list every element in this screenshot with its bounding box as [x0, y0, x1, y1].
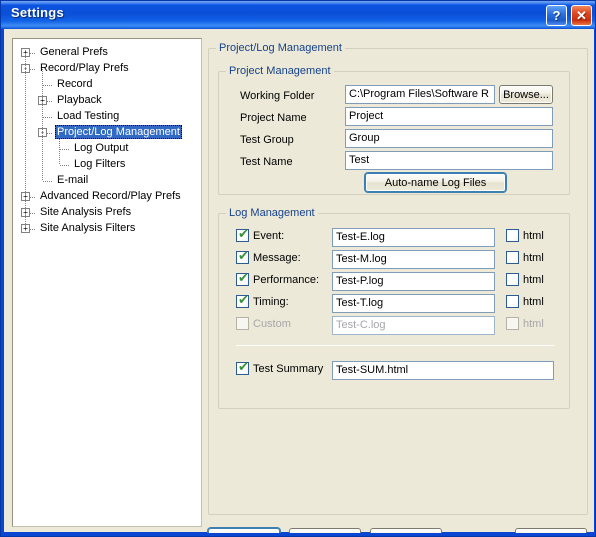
log-filename-input: Test-C.log	[332, 316, 495, 335]
checkbox-icon[interactable]: ✔	[236, 360, 249, 375]
log-enable-label: Custom	[253, 318, 291, 330]
window-titlebar[interactable]: Settings ? ✕	[1, 1, 595, 29]
test-summary-input[interactable]: Test-SUM.html	[332, 361, 554, 380]
tree-item-label: Advanced Record/Play Prefs	[40, 190, 181, 202]
log-html-checkbox-row[interactable]: html	[506, 227, 561, 246]
log-enable-checkbox-row[interactable]: ✔ Performance:	[236, 271, 331, 290]
log-enable-checkbox-row[interactable]: Custom	[236, 315, 331, 334]
tree-item-label: Log Filters	[74, 158, 126, 170]
test-name-label: Test Name	[240, 156, 293, 168]
checkbox-icon[interactable]	[506, 251, 519, 264]
project-management-group: Project Management Working Folder C:\Pro…	[218, 65, 570, 195]
tree-item-label: Log Output	[74, 142, 129, 154]
log-filename-input[interactable]: Test-M.log	[332, 250, 495, 269]
tree-connector-line	[43, 85, 53, 86]
checkmark-icon: ✔	[238, 360, 249, 375]
working-folder-label: Working Folder	[240, 90, 315, 102]
window-title: Settings	[11, 5, 64, 20]
checkmark-icon: ✔	[238, 293, 249, 308]
tree-item-label: Record	[57, 78, 93, 90]
tree-connector-line	[60, 165, 70, 166]
test-group-input[interactable]: Group	[345, 129, 553, 148]
project-name-input[interactable]: Project	[345, 107, 553, 126]
checkmark-icon: ✔	[238, 271, 249, 286]
section-divider	[236, 345, 554, 346]
checkbox-icon[interactable]: ✔	[236, 249, 249, 264]
checkbox-icon[interactable]	[506, 229, 519, 242]
working-folder-input[interactable]: C:\Program Files\Software R	[345, 85, 495, 104]
log-html-checkbox-row[interactable]: html	[506, 293, 561, 312]
tree-guide-line	[42, 69, 43, 181]
log-html-checkbox-row[interactable]: html	[506, 249, 561, 268]
browse-button[interactable]: Browse...	[499, 85, 553, 104]
close-button[interactable]: ✕	[571, 5, 592, 26]
settings-detail-pane: Project/Log Management Project Managemen…	[208, 38, 588, 527]
tree-item-label: Load Testing	[57, 110, 120, 122]
log-enable-label: Timing:	[253, 296, 289, 308]
log-enable-label: Event:	[253, 230, 285, 242]
help-button[interactable]: ?	[546, 5, 567, 26]
log-enable-checkbox-row[interactable]: ✔ Event:	[236, 227, 331, 246]
tree-item[interactable]: +Site Analysis Filters	[13, 221, 201, 237]
tree-item-label: Project/Log Management	[55, 125, 182, 139]
log-html-label: html	[523, 274, 544, 286]
settings-window: Settings ? ✕ +General Prefs-Record/Play …	[0, 0, 596, 537]
tree-item[interactable]: +Site Analysis Prefs	[13, 205, 201, 221]
checkbox-icon[interactable]: ✔	[236, 271, 249, 286]
project-name-label: Project Name	[240, 112, 307, 124]
log-enable-checkbox-row[interactable]: ✔ Message:	[236, 249, 331, 268]
tree-connector-line	[43, 117, 53, 118]
tree-item[interactable]: +Advanced Record/Play Prefs	[13, 189, 201, 205]
project-management-group-title: Project Management	[226, 65, 334, 77]
checkbox-icon[interactable]: ✔	[236, 227, 249, 242]
tree-guide-line	[25, 53, 26, 229]
tree-item-label: General Prefs	[40, 46, 108, 58]
test-summary-label: Test Summary	[253, 363, 324, 375]
project-log-management-group-title: Project/Log Management	[216, 42, 345, 54]
project-log-management-group: Project/Log Management Project Managemen…	[208, 42, 588, 515]
test-summary-checkbox-row[interactable]: ✔ Test Summary	[236, 360, 336, 379]
tree-item-label: Playback	[57, 94, 102, 106]
log-enable-label: Message:	[253, 252, 301, 264]
question-mark-icon: ?	[552, 8, 561, 23]
log-html-checkbox-row[interactable]: html	[506, 315, 561, 334]
checkbox-icon[interactable]	[506, 317, 519, 330]
checkbox-icon[interactable]	[506, 273, 519, 286]
log-management-group: Log Management ✔ Event: Test-E.log html ✔ Mes…	[218, 207, 570, 409]
titlebar-highlight	[1, 1, 595, 5]
checkmark-icon: ✔	[238, 249, 249, 264]
log-html-label: html	[523, 296, 544, 308]
settings-tree[interactable]: +General Prefs-Record/Play PrefsRecord+P…	[12, 38, 202, 527]
log-enable-checkbox-row[interactable]: ✔ Timing:	[236, 293, 331, 312]
tree-item[interactable]: +General Prefs	[13, 45, 201, 61]
auto-name-log-files-button[interactable]: Auto-name Log Files	[365, 173, 506, 192]
tree-item-label: Site Analysis Prefs	[40, 206, 132, 218]
checkbox-icon[interactable]: ✔	[236, 293, 249, 308]
log-filename-input[interactable]: Test-E.log	[332, 228, 495, 247]
checkmark-icon: ✔	[238, 227, 249, 242]
test-group-label: Test Group	[240, 134, 294, 146]
window-frame-bottom	[1, 533, 595, 536]
tree-connector-line	[43, 181, 53, 182]
log-html-label: html	[523, 318, 544, 330]
tree-item-label: Record/Play Prefs	[40, 62, 129, 74]
log-html-label: html	[523, 252, 544, 264]
log-filename-input[interactable]: Test-T.log	[332, 294, 495, 313]
tree-guide-line	[59, 133, 60, 165]
test-name-input[interactable]: Test	[345, 151, 553, 170]
tree-connector-line	[60, 149, 70, 150]
log-html-label: html	[523, 230, 544, 242]
log-filename-input[interactable]: Test-P.log	[332, 272, 495, 291]
log-enable-label: Performance:	[253, 274, 320, 286]
close-icon: ✕	[576, 8, 587, 23]
tree-item-label: E-mail	[57, 174, 89, 186]
checkbox-icon[interactable]	[506, 295, 519, 308]
dialog-client-area: +General Prefs-Record/Play PrefsRecord+P…	[4, 29, 594, 536]
checkbox-icon[interactable]	[236, 317, 249, 330]
tree-item-label: Site Analysis Filters	[40, 222, 136, 234]
log-html-checkbox-row[interactable]: html	[506, 271, 561, 290]
